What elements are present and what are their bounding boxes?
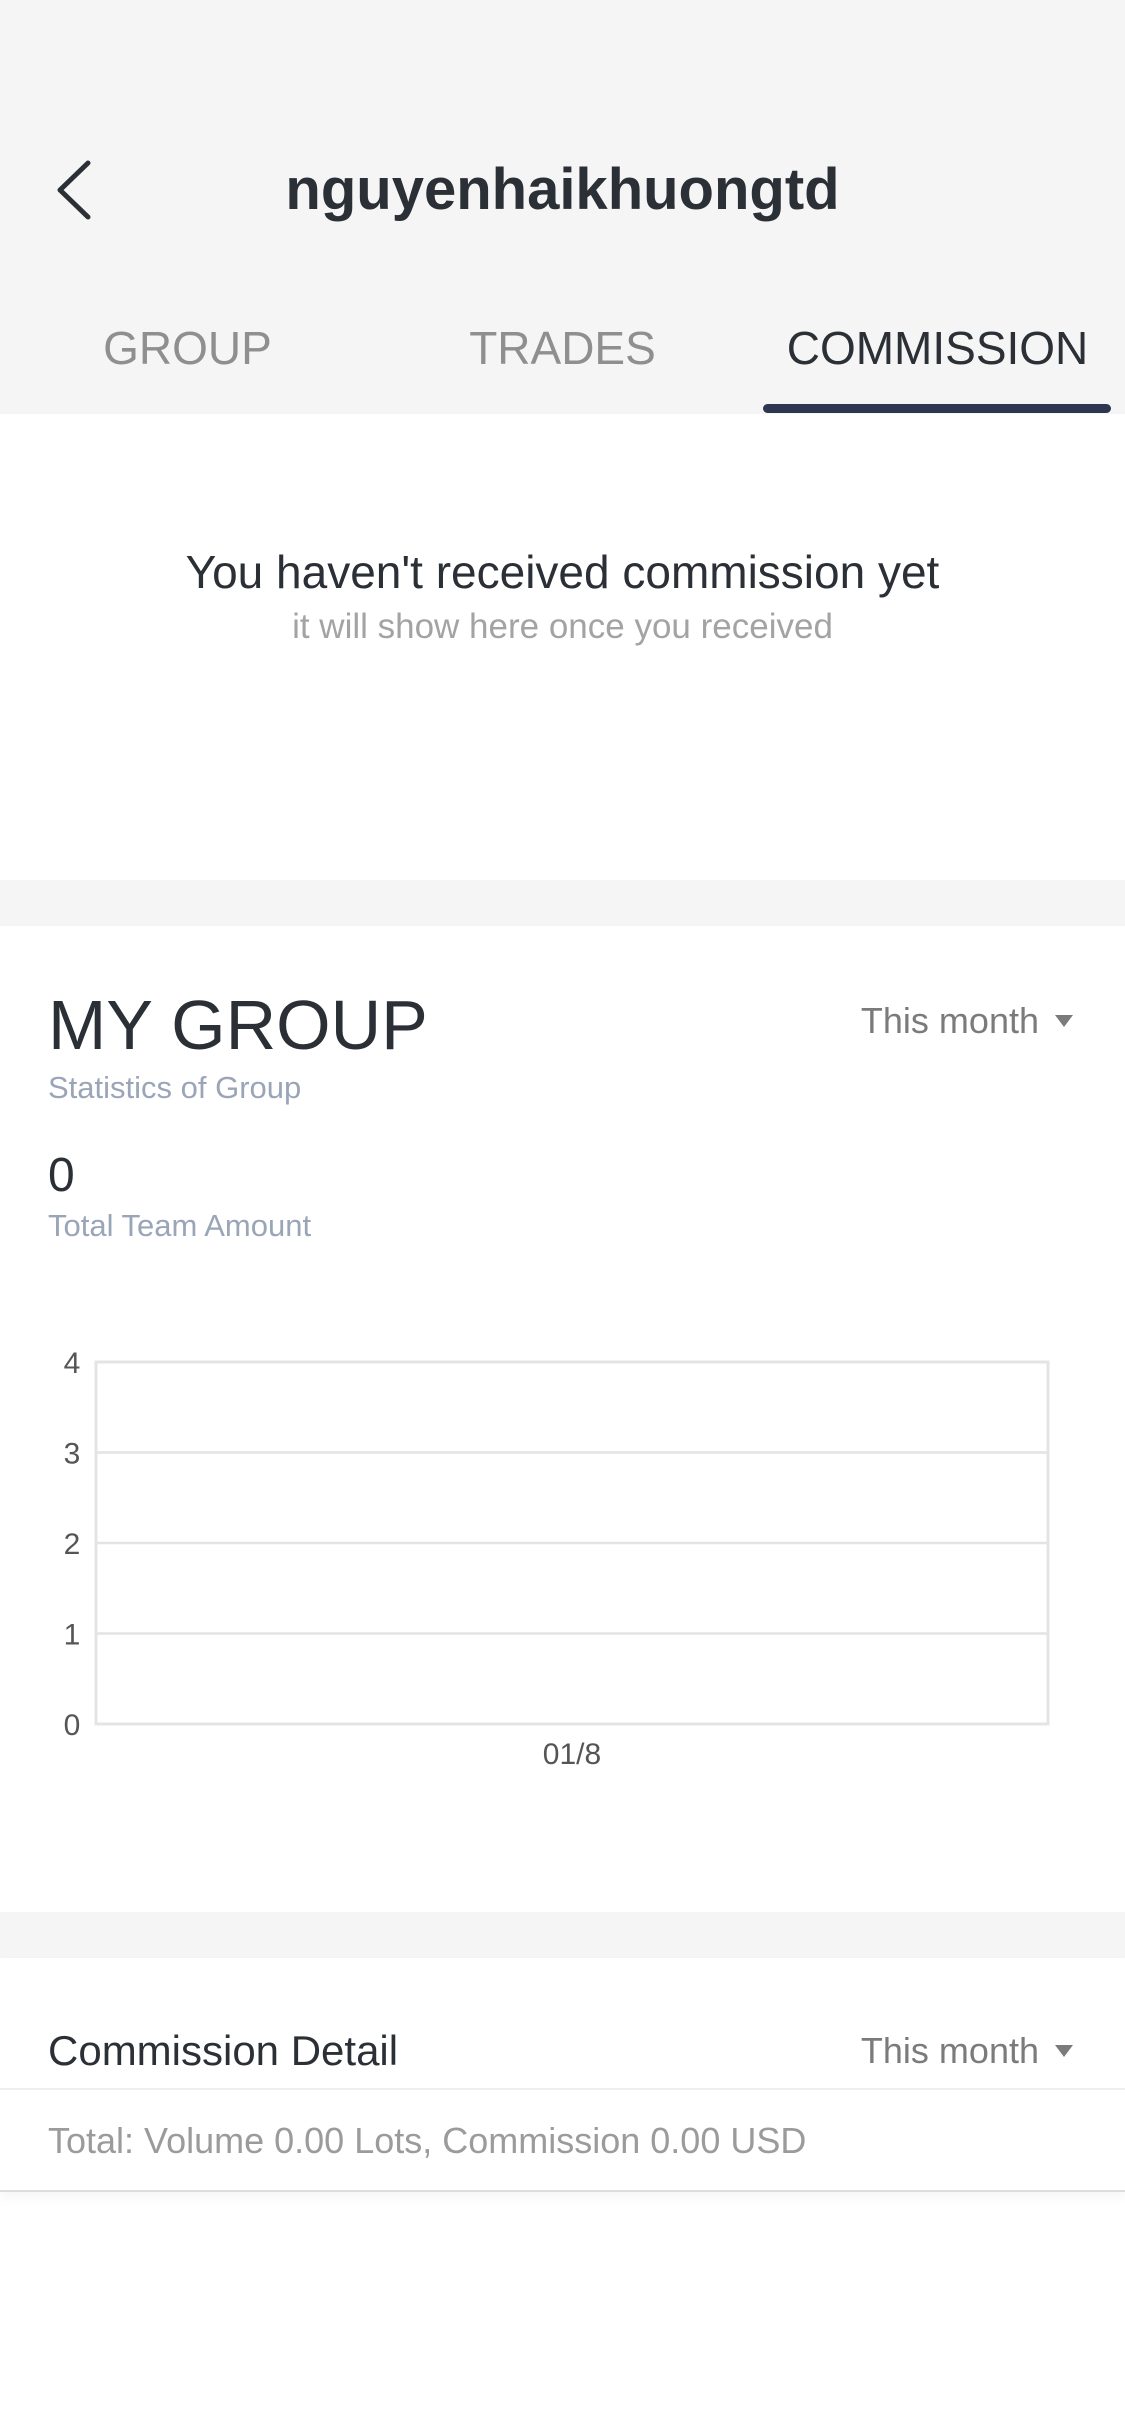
commission-detail-title: Commission Detail [48, 2027, 399, 2074]
total-team-amount-label: Total Team Amount [48, 1208, 312, 1243]
divider [0, 2088, 1125, 2090]
tab-group[interactable]: GROUP [0, 300, 375, 414]
detail-period-select[interactable]: This month [861, 2026, 1073, 2076]
tab-trades[interactable]: TRADES [375, 300, 750, 414]
y-tick-label: 3 [64, 1438, 81, 1471]
empty-state-title: You haven't received commission yet [185, 546, 940, 598]
my-group-section: MY GROUP Statistics of Group This month … [0, 926, 1125, 1912]
chevron-left-icon [57, 160, 91, 220]
tab-commission[interactable]: COMMISSION [750, 300, 1125, 414]
total-team-amount-value: 0 [48, 1149, 75, 1202]
section-divider [0, 1912, 1125, 1958]
group-chart: 0 1 2 3 4 01/8 [64, 1347, 1050, 1771]
my-group-subtitle: Statistics of Group [48, 1070, 302, 1105]
y-tick-label: 0 [64, 1709, 81, 1742]
y-tick-label: 1 [64, 1619, 81, 1652]
commission-detail-section: Commission Detail This month Total: Volu… [0, 1958, 1125, 2192]
group-period-select[interactable]: This month [861, 996, 1073, 1046]
commission-total-summary: Total: Volume 0.00 Lots, Commission 0.00… [48, 2120, 807, 2161]
empty-state-subtitle: it will show here once you received [292, 607, 833, 646]
y-tick-label: 2 [64, 1528, 81, 1561]
header: nguyenhaikhuongtd GROUP TRADES COMMISSIO… [0, 0, 1125, 414]
detail-period-label: This month [860, 2030, 1039, 2071]
tab-bar: GROUP TRADES COMMISSION [0, 300, 1125, 414]
section-divider [0, 880, 1125, 926]
commission-empty-state: You haven't received commission yet it w… [0, 414, 1125, 880]
active-tab-indicator [763, 404, 1111, 413]
group-period-label: This month [860, 1000, 1039, 1041]
my-group-title: MY GROUP [48, 986, 428, 1064]
back-button[interactable] [40, 145, 110, 235]
page-title: nguyenhaikhuongtd [285, 157, 840, 222]
caret-down-icon [1055, 1015, 1073, 1027]
x-tick-label: 01/8 [543, 1738, 601, 1771]
caret-down-icon [1055, 2045, 1073, 2057]
y-tick-label: 4 [64, 1347, 81, 1380]
